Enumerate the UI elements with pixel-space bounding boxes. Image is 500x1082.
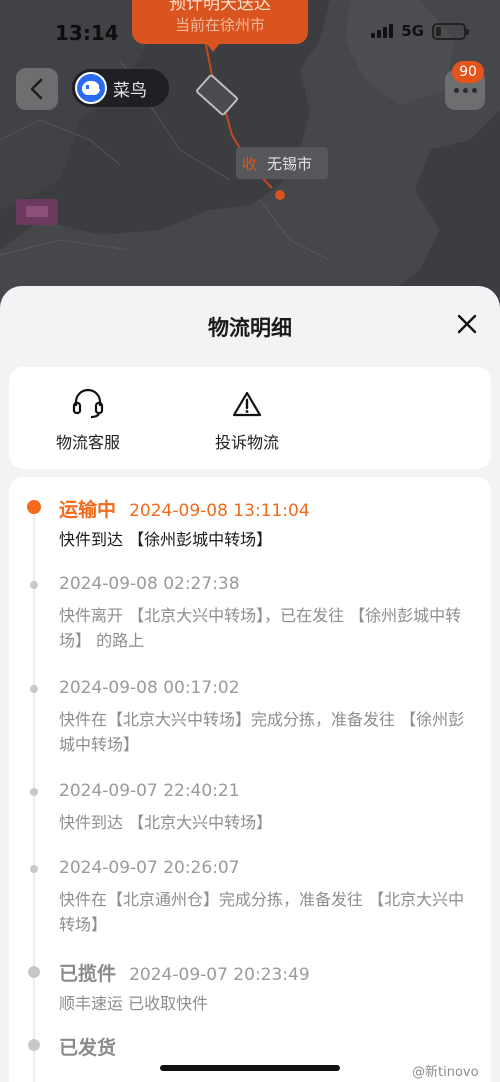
- close-icon: [457, 314, 477, 334]
- warning-icon: [232, 391, 262, 417]
- timeline-dot: [30, 788, 38, 796]
- dot-icon: [462, 87, 468, 93]
- brand-name: 菜鸟: [113, 80, 147, 101]
- event-time: 2024-09-08 00:17:02: [59, 678, 240, 698]
- home-indicator[interactable]: [160, 1065, 340, 1071]
- timeline-dot: [28, 966, 40, 978]
- event-description: 快件到达 【北京大兴中转场】: [59, 813, 273, 832]
- event-status: 运输中: [59, 499, 117, 521]
- timeline-dot: [28, 1039, 40, 1051]
- event-time: 2024-09-07 22:40:21: [59, 781, 240, 801]
- chevron-left-icon: [30, 78, 43, 100]
- event-time: 2024-09-08 02:27:38: [59, 574, 240, 594]
- tracking-timeline: 运输中 2024-09-08 13:11:04 快件到达 【徐州彭城中转场】 2…: [9, 477, 491, 1082]
- event-time: 2024-09-07 20:26:07: [59, 858, 240, 878]
- event-description: 快件到达 【徐州彭城中转场】: [59, 530, 273, 549]
- brand-pill[interactable]: 菜鸟: [72, 69, 169, 107]
- dot-icon: [471, 87, 477, 93]
- status-indicators: 5G: [371, 22, 469, 40]
- logistics-detail-sheet: 物流明细 物流客服 投诉物流 运输中 2024-09-08 13:11:04 快…: [0, 286, 500, 1082]
- customer-service-label: 物流客服: [55, 433, 120, 452]
- event-description: 快件在【北京大兴中转场】完成分拣，准备发往 【徐州彭城中转场】: [59, 710, 465, 754]
- timeline-dot: [27, 500, 41, 514]
- complaint-button[interactable]: 投诉物流: [192, 387, 302, 453]
- event-status: 已发货: [59, 1037, 117, 1059]
- event-description: 顺丰速运 已收取快件: [59, 994, 209, 1013]
- event-status: 已揽件: [59, 963, 117, 985]
- parcel-icon: [16, 199, 58, 225]
- network-type: 5G: [401, 22, 424, 40]
- status-bar: 13:14 5G: [0, 0, 500, 66]
- close-button[interactable]: [455, 312, 479, 336]
- dot-icon: [453, 87, 459, 93]
- notification-badge: 90: [452, 61, 484, 83]
- timeline-dot: [30, 685, 38, 693]
- event-time: 2024-09-07 20:23:49: [129, 965, 310, 985]
- watermark: @新tinovo: [412, 1065, 479, 1080]
- actions-card: 物流客服 投诉物流: [9, 367, 491, 469]
- destination-tag: 收: [242, 154, 258, 173]
- destination-city: 无锡市: [267, 154, 313, 173]
- destination-marker: [275, 190, 285, 200]
- sheet-title: 物流明细: [208, 316, 292, 340]
- cainiao-logo-icon: [75, 72, 107, 104]
- headset-icon: [72, 388, 104, 419]
- destination-label: 收 无锡市: [236, 147, 328, 179]
- timeline-dot: [30, 581, 38, 589]
- back-button[interactable]: [16, 68, 58, 110]
- event-description: 快件离开 【北京大兴中转场】，已在发往 【徐州彭城中转场】 的路上: [59, 606, 462, 650]
- event-description: 快件在【北京通州仓】完成分拣，准备发往 【北京大兴中转场】: [59, 890, 465, 934]
- battery-icon: [432, 22, 469, 40]
- signal-icon: [371, 24, 394, 38]
- event-time: 2024-09-08 13:11:04: [129, 501, 310, 521]
- complaint-label: 投诉物流: [214, 433, 279, 452]
- timeline-dot: [30, 865, 38, 873]
- status-time: 13:14: [55, 21, 119, 45]
- customer-service-button[interactable]: 物流客服: [33, 387, 143, 453]
